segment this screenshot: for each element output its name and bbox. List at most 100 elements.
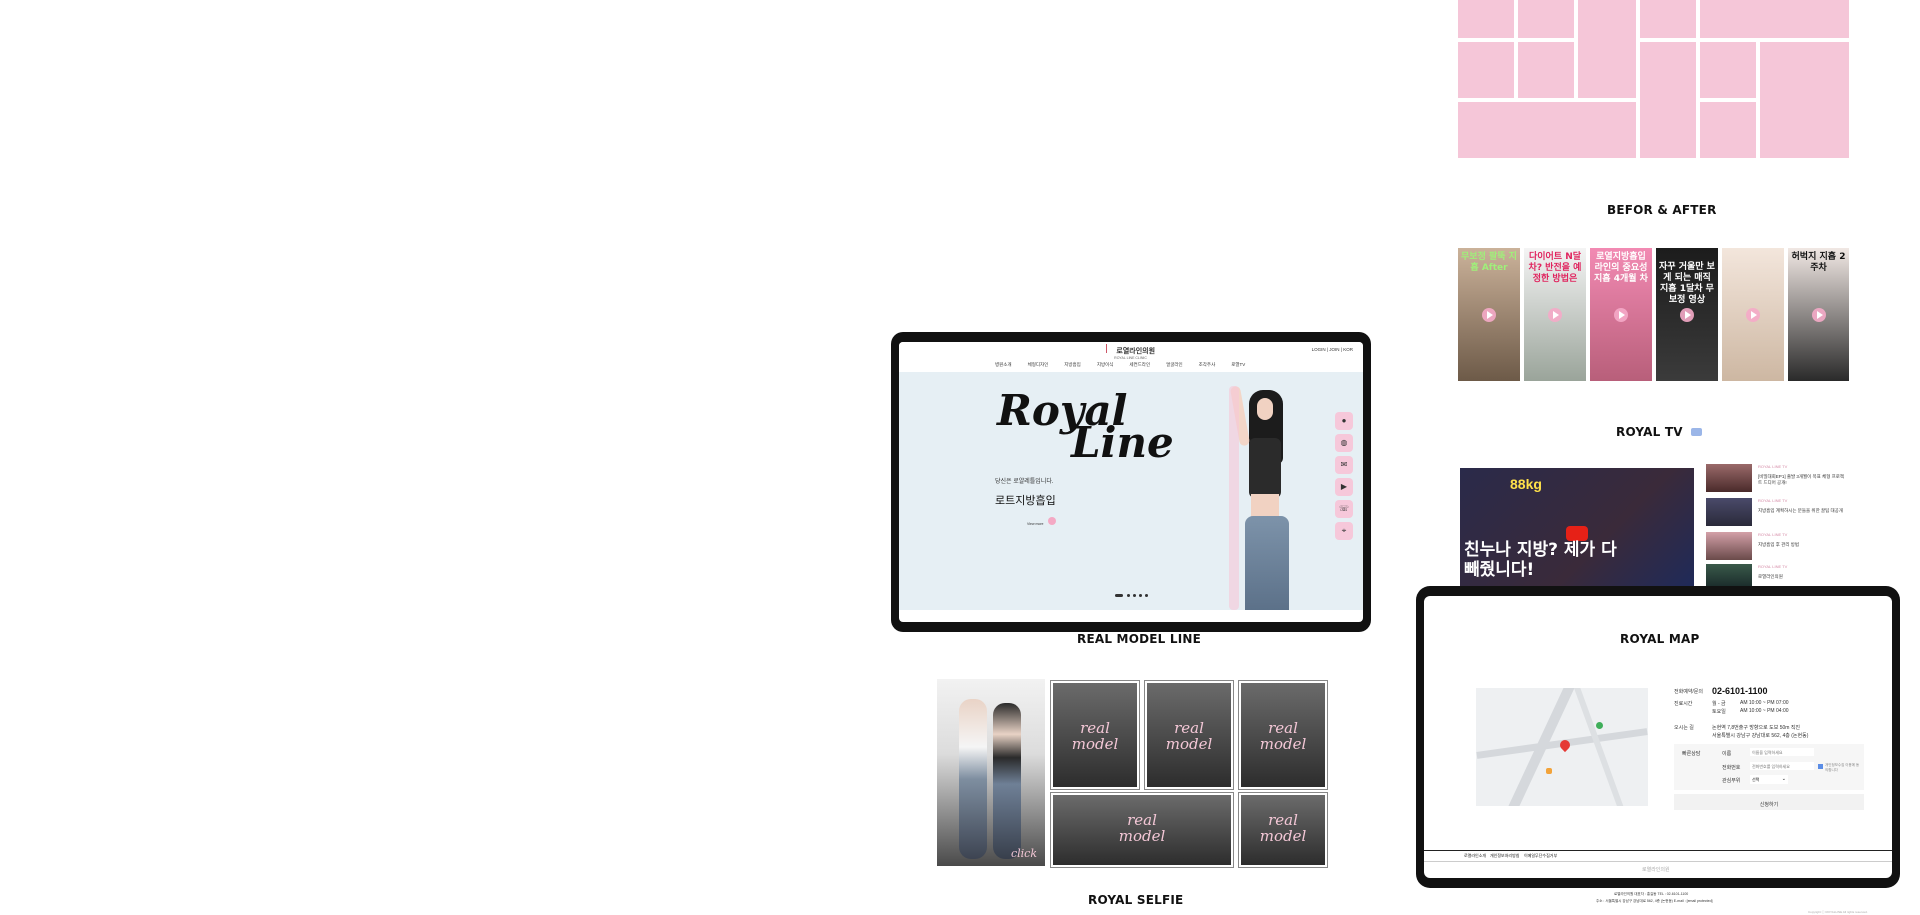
copyright: Copyright ⓒ ROYALLINE All rights reserve…: [1808, 910, 1868, 914]
hero-screen: 로열라인의원 ROYAL LINE CLINIC LOGIN | JOIN | …: [899, 342, 1363, 622]
view-more-button[interactable]: View more: [1027, 512, 1056, 530]
model-figure: [959, 699, 987, 859]
menu-item[interactable]: 얼굴라인: [1166, 362, 1183, 368]
map-info: 전화예약/문의 02-6101-1100 진료시간 월 - 금 AM 10:00…: [1674, 686, 1864, 810]
name-label: 이름: [1722, 751, 1732, 757]
model-feature-image[interactable]: click: [937, 679, 1045, 866]
message-icon[interactable]: ✉: [1335, 456, 1353, 474]
pager-dot[interactable]: [1139, 594, 1142, 597]
play-icon: [1680, 308, 1694, 322]
before-after-thumbs: 무보정 팔뚝 지흡 After 다이어트 N달차? 반전을 예정한 방법은 로열…: [1458, 248, 1849, 381]
map-image[interactable]: [1476, 688, 1648, 806]
menu-item[interactable]: 지방흡입: [1064, 362, 1081, 368]
model-word-real: real: [1268, 719, 1298, 737]
phone-number[interactable]: 02-6101-1100: [1712, 686, 1768, 696]
model-face: [1257, 398, 1273, 420]
tv-main-badge: 88kg: [1510, 476, 1542, 492]
join-link[interactable]: JOIN: [1329, 347, 1339, 352]
tv-icon: [1691, 428, 1703, 436]
royal-selfie-title: ROYAL SELFIE: [1088, 893, 1184, 907]
tv-main-video[interactable]: 88kg 친누나 지방? 제가 다 빼줬니다!: [1460, 468, 1694, 592]
model-tile-wide[interactable]: real model: [1051, 793, 1233, 867]
mosaic-tile: [1700, 102, 1756, 158]
menu-item[interactable]: 로열TV: [1231, 362, 1245, 368]
video-thumb[interactable]: 무보정 팔뚝 지흡 After: [1458, 248, 1520, 381]
part-label: 관심부위: [1722, 778, 1741, 784]
map-screen: ROYAL MAP 전화예약/문의 02-6101-1100 진료시간 월 - …: [1424, 596, 1892, 878]
thumb-caption: 다이어트 N달차? 반전을 예정한 방법은: [1528, 252, 1582, 284]
before-after-title: BEFOR & AFTER: [1607, 203, 1717, 217]
model-figure: [993, 703, 1021, 859]
main-menu: 병원소개 체형디자인 지방흡입 지방이식 세컨드라인 얼굴라인 조각주사 로열T…: [995, 362, 1245, 368]
footer-link[interactable]: 이메일무단수집거부: [1524, 853, 1557, 859]
mosaic-tile: [1700, 0, 1849, 38]
footer-link[interactable]: 개인정보처리방침: [1490, 853, 1519, 859]
mosaic-tile: [1518, 0, 1574, 38]
part-select[interactable]: 선택 ⌄: [1750, 775, 1788, 784]
model-waist: [1251, 494, 1279, 518]
tv-list-item[interactable]: ROYAL LINE TV [비밀대회EP1] 출발 3개월이 목표 체형 프로…: [1706, 464, 1846, 496]
tv-list-thumb: [1706, 498, 1752, 526]
model-tile[interactable]: real model: [1239, 681, 1327, 789]
hero-nav: 로열라인의원 ROYAL LINE CLINIC LOGIN | JOIN | …: [899, 342, 1363, 372]
royal-tv-panel: 88kg 친누나 지방? 제가 다 빼줬니다! ROYAL LINE TV [비…: [1460, 452, 1850, 592]
youtube-icon[interactable]: ▶: [1335, 478, 1353, 496]
logo-sub: ROYAL LINE CLINIC: [1114, 356, 1147, 360]
model-tile[interactable]: real model: [1145, 681, 1233, 789]
mosaic-tile: [1700, 42, 1756, 98]
mosaic-tile: [1760, 42, 1849, 158]
chat-icon[interactable]: ◍: [1335, 434, 1353, 452]
pager-dot[interactable]: [1133, 594, 1136, 597]
play-icon: [1482, 308, 1496, 322]
hours-time: AM 10:00 ~ PM 04:00: [1740, 708, 1789, 714]
tv-list-thumb: [1706, 564, 1752, 588]
model-tile[interactable]: real model: [1239, 793, 1327, 867]
tv-list-item[interactable]: ROYAL LINE TV 로열라인의원: [1706, 562, 1846, 588]
model-tile[interactable]: real model: [1051, 681, 1139, 789]
pager-dot[interactable]: [1127, 594, 1130, 597]
real-model-grid: click real model real model real model r…: [937, 679, 1327, 867]
model-word-model: model: [1259, 827, 1307, 845]
play-icon: [1548, 308, 1562, 322]
tv-list-date: ROYAL LINE TV: [1758, 532, 1788, 537]
video-thumb[interactable]: 로열지방흡입 라인의 중요성 지흡 4개월 차: [1590, 248, 1652, 381]
menu-item[interactable]: 조각주사: [1199, 362, 1216, 368]
login-link[interactable]: LOGIN: [1312, 347, 1326, 352]
language-select[interactable]: KOR: [1343, 347, 1353, 352]
video-thumb[interactable]: [1722, 248, 1784, 381]
pager-dot-active[interactable]: [1115, 594, 1123, 597]
mosaic-tile: [1640, 0, 1696, 38]
play-icon: [1812, 308, 1826, 322]
phone-input[interactable]: [1750, 762, 1814, 770]
tv-list-item[interactable]: ROYAL LINE TV 지방흡입 계획하시는 분들을 위한 꿀팁 대공개: [1706, 496, 1846, 530]
menu-item[interactable]: 체형디자인: [1028, 362, 1049, 368]
video-thumb[interactable]: 자꾸 거울만 보게 되는 매직 지흡 1달차 무보정 영상: [1656, 248, 1718, 381]
royal-map-title: ROYAL MAP: [1620, 632, 1700, 646]
kakao-icon[interactable]: ●: [1335, 412, 1353, 430]
youtube-play-icon[interactable]: [1566, 526, 1588, 541]
play-icon: [1746, 308, 1760, 322]
call-icon[interactable]: ☏: [1335, 500, 1353, 518]
click-label: click: [1010, 847, 1037, 860]
map-tablet: ROYAL MAP 전화예약/문의 02-6101-1100 진료시간 월 - …: [1416, 586, 1900, 888]
hours-time: AM 10:00 ~ PM 07:00: [1740, 700, 1789, 706]
menu-item[interactable]: 세컨드라인: [1129, 362, 1150, 368]
tv-list-item[interactable]: ROYAL LINE TV 지방흡입 후 관리 방법: [1706, 530, 1846, 562]
name-input[interactable]: [1750, 748, 1814, 756]
site-logo[interactable]: 로열라인의원 ROYAL LINE CLINIC: [1106, 344, 1155, 360]
model-word-real: real: [1080, 719, 1110, 737]
menu-item[interactable]: 병원소개: [995, 362, 1012, 368]
screen-footer-bar: 로열라인소개 개인정보처리방침 이메일무단수집거부: [1424, 850, 1892, 862]
hero-tablet: 로열라인의원 ROYAL LINE CLINIC LOGIN | JOIN | …: [891, 332, 1371, 632]
video-thumb[interactable]: 다이어트 N달차? 반전을 예정한 방법은: [1524, 248, 1586, 381]
map-pin-icon[interactable]: ⌖: [1335, 522, 1353, 540]
submit-button[interactable]: 신청하기: [1674, 794, 1864, 810]
agree-checkbox[interactable]: [1818, 764, 1823, 769]
menu-item[interactable]: 지방이식: [1097, 362, 1114, 368]
pager-dot[interactable]: [1145, 594, 1148, 597]
footer-link[interactable]: 로열라인소개: [1464, 853, 1486, 859]
model-jeans: [1245, 516, 1289, 610]
video-thumb[interactable]: 허벅지 지흡 2주차: [1788, 248, 1849, 381]
model-word-model: model: [1118, 827, 1166, 845]
hours-label: 진료시간: [1674, 701, 1693, 707]
